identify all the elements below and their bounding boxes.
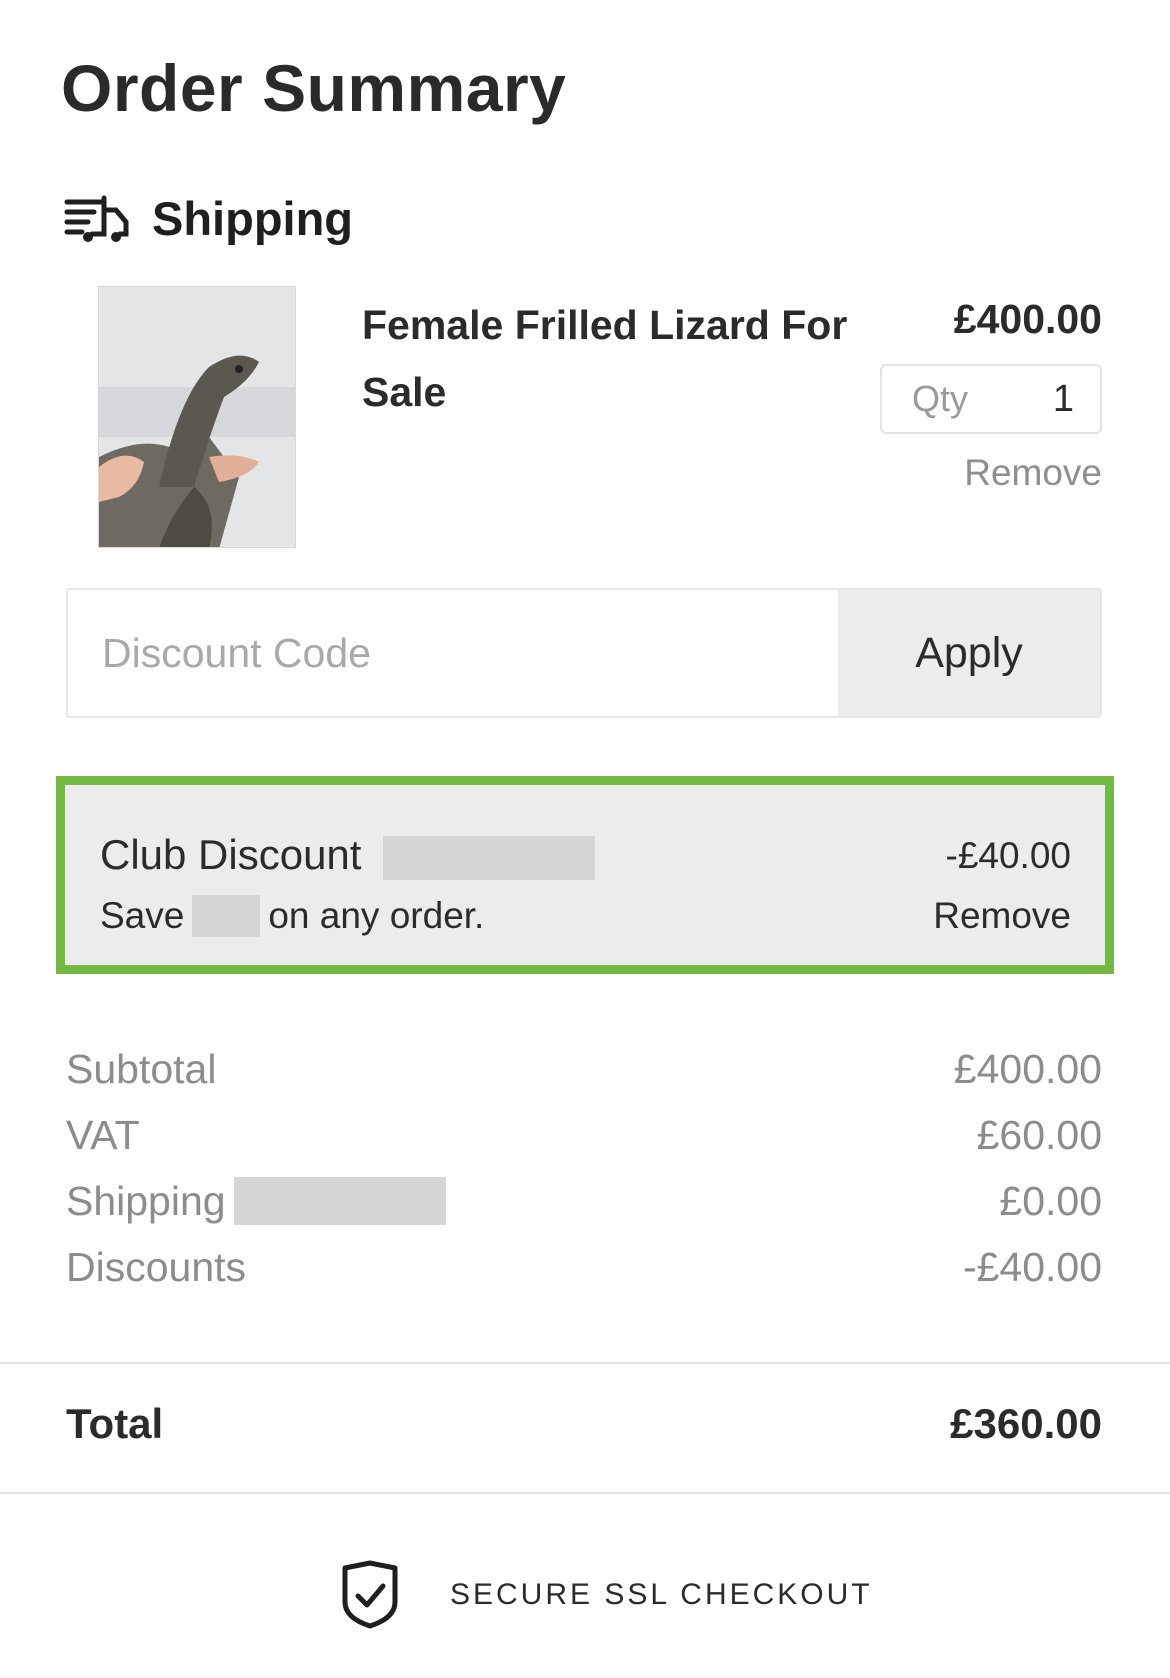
shipping-heading: Shipping [152,191,354,245]
shipping-row: Shipping £0.00 [66,1168,1102,1234]
vat-row: VAT £60.00 [66,1102,1102,1168]
vat-value: £60.00 [976,1111,1102,1158]
club-discount-amount: -£40.00 [945,835,1072,876]
redacted-block [383,835,596,880]
discount-code-form: Apply [66,588,1102,718]
quantity-field[interactable]: Qty 1 [880,364,1102,434]
quantity-value[interactable]: 1 [1053,378,1074,421]
divider [0,1362,1170,1364]
discounts-row: Discounts -£40.00 [66,1234,1102,1300]
quantity-label: Qty [912,378,969,419]
divider [0,1492,1170,1494]
shipping-label: Shipping [66,1177,226,1224]
delivery-truck-icon [64,195,129,242]
club-discount-card: Club Discount Save on any order. -£40.00… [56,776,1114,974]
discounts-value: -£40.00 [962,1243,1102,1290]
club-discount-name: Club Discount [100,831,362,878]
shield-check-icon [342,1560,398,1629]
subtotal-label: Subtotal [66,1045,217,1092]
remove-discount-link[interactable]: Remove [933,895,1071,937]
shipping-header: Shipping [64,190,353,246]
subtotal-row: Subtotal £400.00 [66,1036,1102,1102]
order-summary-page: Order Summary Shipping Female Frilled Li… [0,0,1170,1678]
club-discount-title: Club Discount [100,831,596,880]
secure-checkout-label: SECURE SSL CHECKOUT [450,1578,873,1611]
discounts-label: Discounts [66,1243,247,1290]
subtotal-value: £400.00 [953,1045,1102,1092]
remove-item-link[interactable]: Remove [964,452,1102,494]
discount-code-input[interactable] [68,590,838,716]
total-value: £360.00 [950,1400,1102,1447]
redacted-block [233,1177,446,1225]
page-title: Order Summary [61,51,567,125]
product-name[interactable]: Female Frilled Lizard For Sale [362,292,862,426]
redacted-block [192,895,261,937]
total-row: Total £360.00 [66,1400,1102,1448]
club-discount-description: Save on any order. [100,895,484,937]
totals-list: Subtotal £400.00 VAT £60.00 Shipping £0.… [66,1036,1102,1300]
shipping-label-group: Shipping [66,1177,446,1225]
vat-label: VAT [66,1111,140,1158]
shipping-value: £0.00 [999,1177,1102,1224]
secure-checkout-badge: SECURE SSL CHECKOUT [340,1560,873,1630]
product-image[interactable] [98,286,296,548]
product-price: £400.00 [953,296,1102,342]
save-suffix: on any order. [268,895,485,936]
save-prefix: Save [100,895,185,936]
apply-discount-button[interactable]: Apply [838,590,1100,716]
total-label: Total [66,1400,164,1447]
